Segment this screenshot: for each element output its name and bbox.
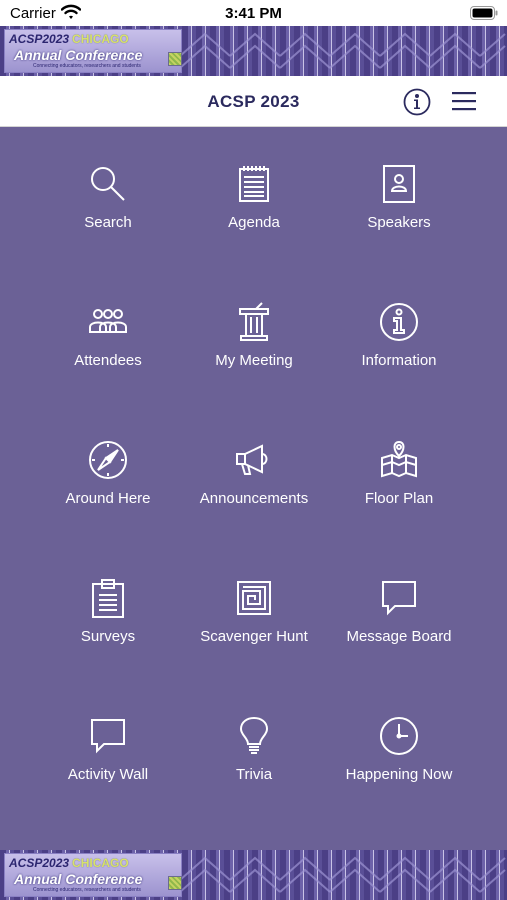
tile-label: Activity Wall xyxy=(67,766,149,783)
search-icon xyxy=(88,164,128,204)
compass-icon xyxy=(88,440,128,480)
maze-icon xyxy=(234,578,274,618)
tile-happening-now[interactable]: Happening Now xyxy=(324,716,474,826)
banner-title: Annual Conference xyxy=(14,47,143,63)
banner-city: CHICAGO xyxy=(72,856,129,870)
info-icon xyxy=(379,302,419,342)
tile-information[interactable]: Information xyxy=(324,302,474,412)
navigation-bar: ACSP 2023 xyxy=(0,76,507,127)
banner-pattern xyxy=(180,32,506,69)
tile-label: Information xyxy=(361,352,437,369)
tile-surveys[interactable]: Surveys xyxy=(33,578,183,688)
banner-chip xyxy=(168,52,182,66)
info-icon[interactable] xyxy=(403,88,431,116)
megaphone-icon xyxy=(234,440,274,480)
battery-icon xyxy=(470,6,498,24)
attendees-icon xyxy=(88,302,128,342)
tile-label: Floor Plan xyxy=(364,490,434,507)
agenda-icon xyxy=(234,164,274,204)
speaker-badge-icon xyxy=(379,164,419,204)
lightbulb-icon xyxy=(234,716,274,756)
tile-attendees[interactable]: Attendees xyxy=(33,302,183,412)
tile-speakers[interactable]: Speakers xyxy=(324,164,474,274)
tile-scavenger-hunt[interactable]: Scavenger Hunt xyxy=(179,578,329,688)
banner-year: ACSP2023 xyxy=(9,32,70,46)
hamburger-menu-icon[interactable] xyxy=(451,90,477,112)
clock-icon xyxy=(379,716,419,756)
tile-around-here[interactable]: Around Here xyxy=(33,440,183,550)
tile-announcements[interactable]: Announcements xyxy=(179,440,329,550)
tile-activity-wall[interactable]: Activity Wall xyxy=(33,716,183,826)
conference-banner-bottom[interactable]: ACSP2023 CHICAGO Annual Conference Connec… xyxy=(0,850,507,900)
status-time: 3:41 PM xyxy=(225,5,282,22)
tile-trivia[interactable]: Trivia xyxy=(179,716,329,826)
status-bar: Carrier 3:41 PM xyxy=(0,0,507,26)
tile-label: Speakers xyxy=(367,214,431,231)
feature-grid: Search Agenda Speakers Attendees My Meet… xyxy=(0,127,507,850)
speech-bubble-icon xyxy=(88,716,128,756)
tile-message-board[interactable]: Message Board xyxy=(324,578,474,688)
conference-logo: ACSP2023 CHICAGO Annual Conference Connec… xyxy=(4,853,182,897)
tile-floor-plan[interactable]: Floor Plan xyxy=(324,440,474,550)
banner-chip xyxy=(168,876,182,890)
clipboard-icon xyxy=(88,578,128,618)
tile-search[interactable]: Search xyxy=(33,164,183,274)
conference-logo: ACSP2023 CHICAGO Annual Conference Connec… xyxy=(4,29,182,73)
speech-bubble-icon xyxy=(379,578,419,618)
tile-label: Around Here xyxy=(65,490,151,507)
tile-agenda[interactable]: Agenda xyxy=(179,164,329,274)
banner-title: Annual Conference xyxy=(14,871,143,887)
banner-tagline: Connecting educators, researchers and st… xyxy=(33,63,141,69)
floor-plan-icon xyxy=(379,440,419,480)
banner-pattern xyxy=(180,856,506,893)
tile-label: Attendees xyxy=(74,352,142,369)
tile-label: Happening Now xyxy=(345,766,453,783)
tile-my-meeting[interactable]: My Meeting xyxy=(179,302,329,412)
banner-year: ACSP2023 xyxy=(9,856,70,870)
tile-label: Surveys xyxy=(80,628,136,645)
banner-city: CHICAGO xyxy=(72,32,129,46)
podium-icon xyxy=(234,302,274,342)
conference-banner-top[interactable]: ACSP2023 CHICAGO Annual Conference Connec… xyxy=(0,26,507,76)
tile-label: Message Board xyxy=(346,628,452,645)
tile-label: Search xyxy=(84,214,132,231)
banner-tagline: Connecting educators, researchers and st… xyxy=(33,887,141,893)
